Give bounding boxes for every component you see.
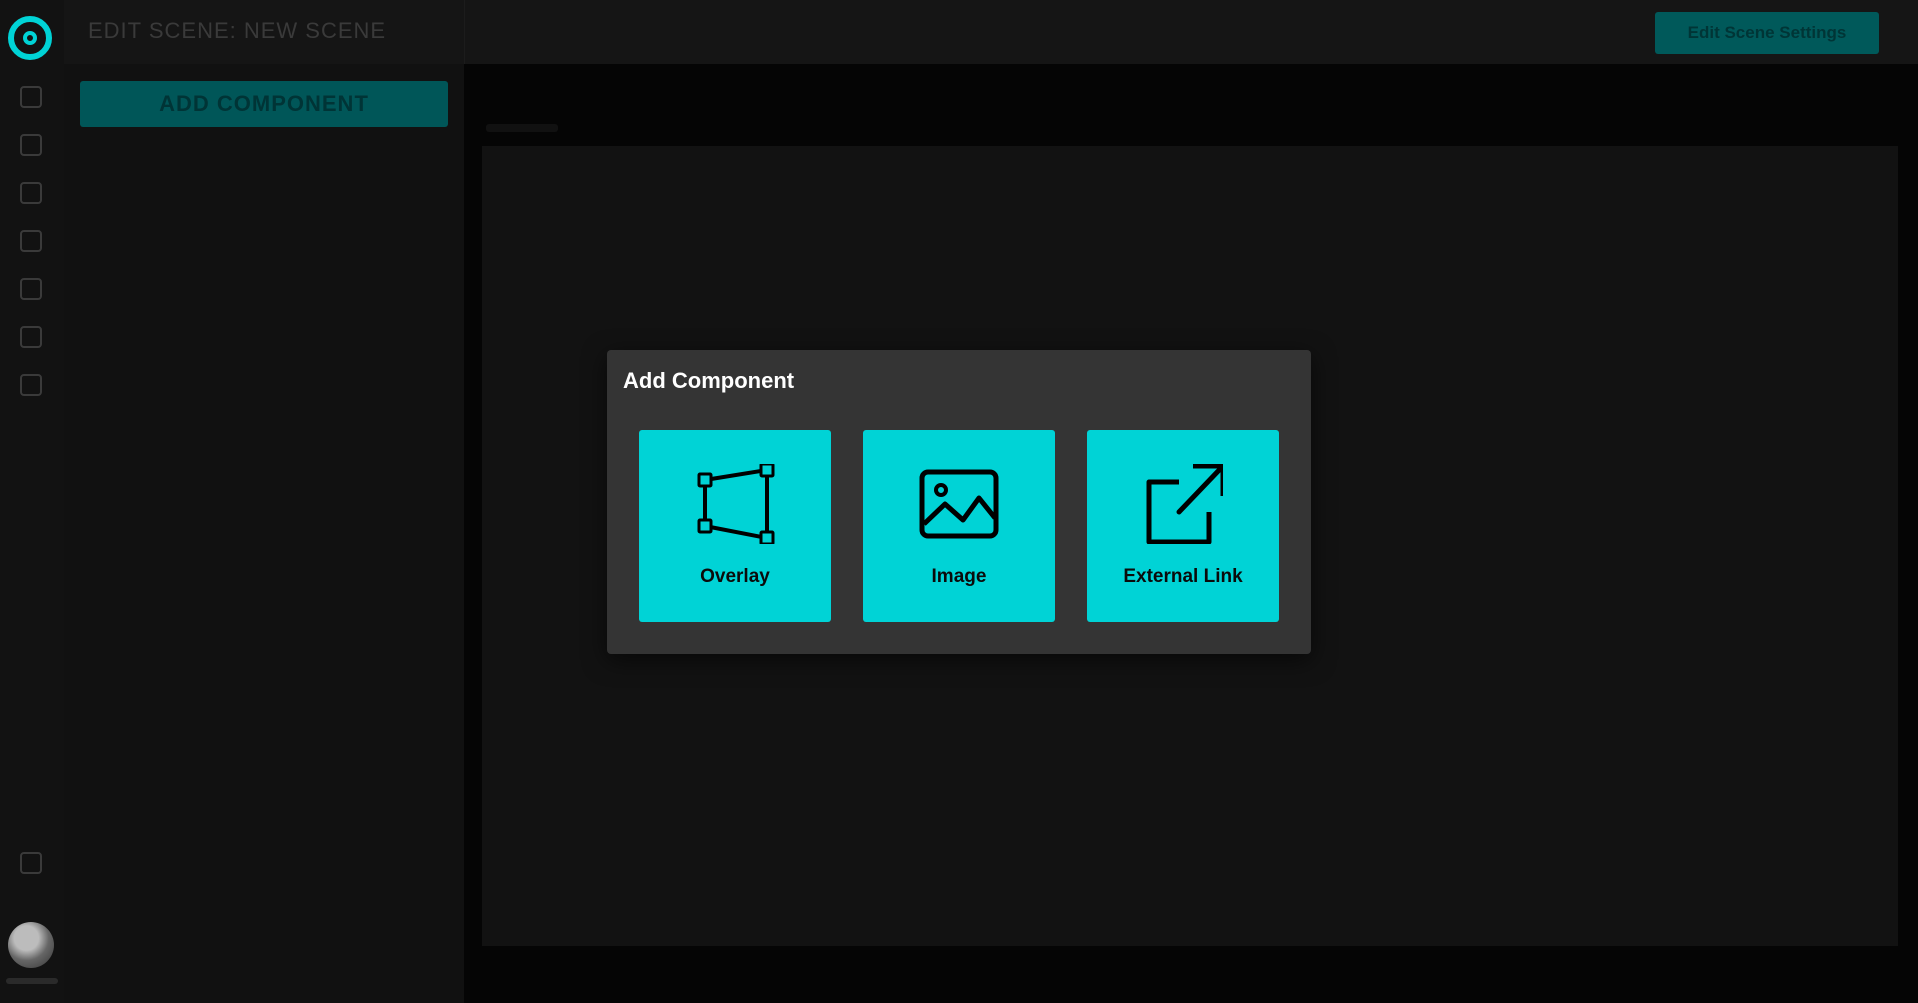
image-icon	[919, 469, 999, 539]
add-component-dialog: Add Component Overlay Image External Lin…	[607, 350, 1311, 654]
external-link-option-button[interactable]: External Link	[1087, 430, 1279, 622]
external-link-icon	[1146, 464, 1223, 544]
option-label: Overlay	[700, 566, 770, 587]
dialog-title: Add Component	[623, 368, 795, 393]
option-label: Image	[931, 566, 987, 587]
image-option-button[interactable]: Image	[863, 430, 1055, 622]
overlay-option-button[interactable]: Overlay	[639, 430, 831, 622]
overlay-shape-icon	[697, 464, 775, 544]
app-root: EDIT SCENE: NEW SCENE Edit Scene Setting…	[0, 0, 1918, 1003]
option-label: External Link	[1123, 566, 1243, 587]
